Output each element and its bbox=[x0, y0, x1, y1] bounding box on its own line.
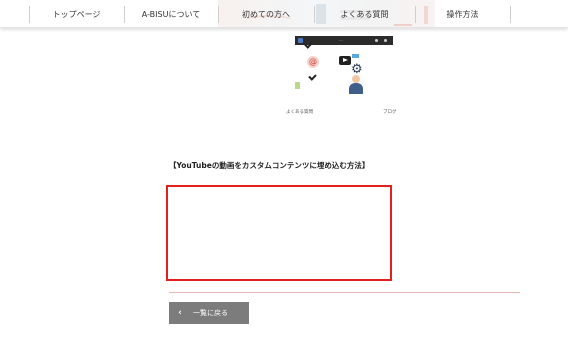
menu-dot-icon bbox=[375, 39, 378, 42]
video-thumbnail[interactable]: … @ ⚙ bbox=[295, 36, 393, 100]
nav-item-faq[interactable]: よくある質問 bbox=[314, 6, 415, 23]
nav-item-top-page[interactable]: トップページ bbox=[29, 6, 124, 23]
divider bbox=[169, 292, 520, 293]
thumbnail-caption-faq: よくある質問 bbox=[286, 110, 313, 115]
person-icon bbox=[349, 83, 363, 94]
nav-separator bbox=[510, 6, 511, 23]
person-head-icon bbox=[352, 75, 360, 83]
video-title: … bbox=[339, 37, 343, 42]
check-mark-icon bbox=[308, 72, 317, 81]
document-icon bbox=[295, 82, 300, 89]
flag-icon bbox=[352, 54, 359, 58]
back-to-list-button[interactable]: ‹ 一覧に戻る bbox=[169, 302, 249, 324]
article-heading: 【YouTubeの動画をカスタムコンテンツに埋め込む方法】 bbox=[169, 161, 370, 170]
play-icon bbox=[339, 56, 351, 65]
gear-icon: ⚙ bbox=[351, 62, 363, 77]
menu-dot-icon bbox=[384, 39, 387, 42]
back-button-label: 一覧に戻る bbox=[193, 309, 228, 317]
nav-item-first-time[interactable]: 初めての方へ bbox=[218, 6, 314, 23]
at-symbol-icon: @ bbox=[307, 56, 319, 68]
channel-icon bbox=[298, 38, 303, 43]
chevron-left-icon: ‹ bbox=[178, 308, 182, 318]
thumbnail-caption-blog: ブログ bbox=[383, 110, 397, 115]
nav-item-how-to[interactable]: 操作方法 bbox=[415, 6, 510, 23]
nav-item-about[interactable]: A-BISUについて bbox=[124, 6, 218, 23]
custom-content-embed-area bbox=[166, 185, 392, 281]
top-navigation: トップページ A-BISUについて 初めての方へ よくある質問 操作方法 bbox=[0, 0, 568, 28]
